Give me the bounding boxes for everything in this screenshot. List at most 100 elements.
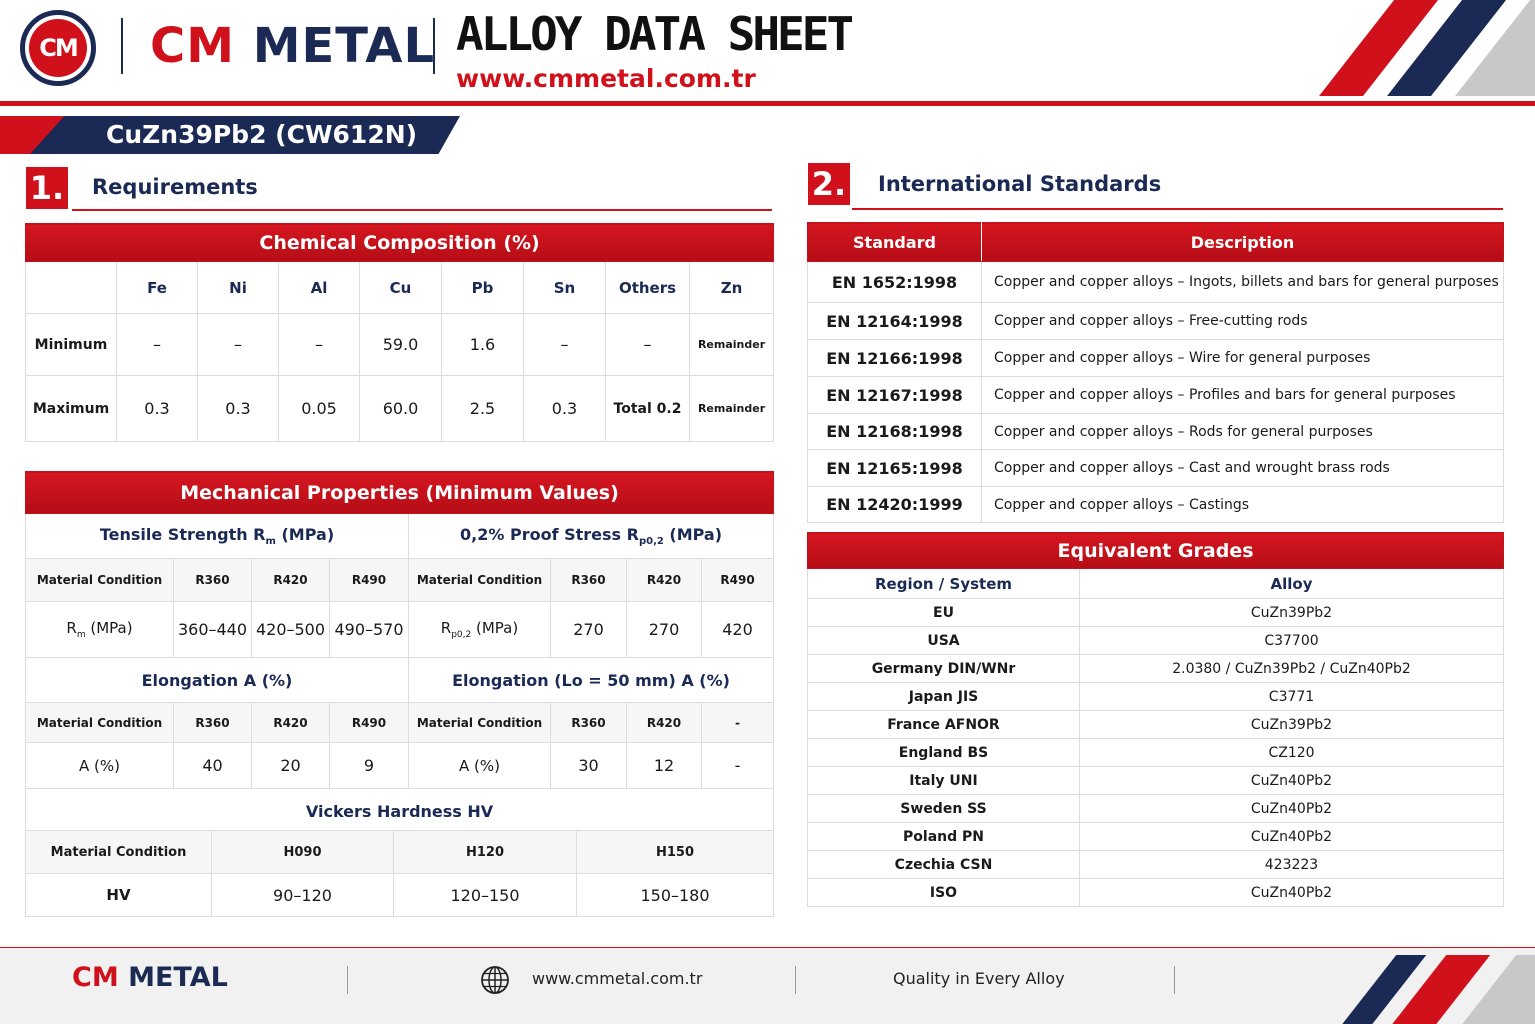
col-header: R490 xyxy=(700,558,775,602)
row-label: Minimum xyxy=(25,313,117,376)
col-header: H120 xyxy=(393,830,577,874)
alloy-cell: CuZn39Pb2 xyxy=(1079,710,1504,739)
cell: 30 xyxy=(550,742,627,789)
header-url[interactable]: www.cmmetal.com.tr xyxy=(456,64,756,93)
footer-divider xyxy=(795,966,796,994)
equivalent-grades-table: Equivalent Grades Region / System Alloy … xyxy=(807,532,1504,907)
alloy-cell: 2.0380 / CuZn39Pb2 / CuZn40Pb2 xyxy=(1079,654,1504,683)
condition-header: Material Condition xyxy=(25,830,212,874)
table-row: EN 12164:1998 Copper and copper alloys –… xyxy=(807,302,1504,340)
alloy-header: Alloy xyxy=(1079,568,1504,599)
standards-table: Standard Description EN 1652:1998 Copper… xyxy=(807,222,1504,523)
cell: 20 xyxy=(251,742,330,789)
mechanical-properties-table: Mechanical Properties (Minimum Values) T… xyxy=(24,471,775,834)
footer-brand-metal: METAL xyxy=(128,962,228,993)
standard-description: Copper and copper alloys – Rods for gene… xyxy=(981,413,1504,450)
table-row: Japan JIS C3771 xyxy=(807,682,1504,711)
footer-stripes xyxy=(1295,955,1535,1024)
cell: 1.6 xyxy=(441,313,524,376)
cell: 0.3 xyxy=(116,375,198,442)
element-header: Fe xyxy=(116,261,198,314)
standard-code: EN 12164:1998 xyxy=(807,302,982,340)
cell: Remainder xyxy=(688,313,775,376)
element-header: Cu xyxy=(359,261,442,314)
col-header: R360 xyxy=(550,558,627,602)
cell: 150–180 xyxy=(576,873,774,917)
description-header: Description xyxy=(981,222,1504,262)
standard-code: EN 1652:1998 xyxy=(807,261,982,303)
condition-header: Material Condition xyxy=(25,702,174,743)
cell: 0.3 xyxy=(523,375,606,442)
col-header: H090 xyxy=(211,830,394,874)
col-header: R420 xyxy=(251,702,330,743)
header-stripes xyxy=(1295,0,1535,96)
table-row: Poland PN CuZn40Pb2 xyxy=(807,822,1504,851)
footer-divider xyxy=(1174,966,1175,994)
sheet-title: ALLOY DATA SHEET xyxy=(456,7,854,61)
col-header: R490 xyxy=(329,702,409,743)
table-row: ISO CuZn40Pb2 xyxy=(807,878,1504,907)
cell: Total 0.2 xyxy=(605,375,690,442)
table-row: Italy UNI CuZn40Pb2 xyxy=(807,766,1504,795)
row-label: Rm (MPa) xyxy=(25,601,174,658)
alloy-cell: CuZn40Pb2 xyxy=(1079,766,1504,795)
col-header: R360 xyxy=(550,702,627,743)
standard-description: Copper and copper alloys – Profiles and … xyxy=(981,376,1504,414)
cell: 0.3 xyxy=(197,375,279,442)
standard-description: Copper and copper alloys – Castings xyxy=(981,486,1504,523)
cell: 270 xyxy=(626,601,702,658)
element-header: Others xyxy=(605,261,690,314)
alloy-cell: C3771 xyxy=(1079,682,1504,711)
col-header: R490 xyxy=(329,558,409,602)
element-header: Al xyxy=(278,261,360,314)
standard-description: Copper and copper alloys – Free-cutting … xyxy=(981,302,1504,340)
cell: – xyxy=(523,313,606,376)
cell: 420 xyxy=(700,601,775,658)
brand-name: CM METAL xyxy=(150,16,435,76)
cell: 120–150 xyxy=(393,873,577,917)
col-header: R360 xyxy=(173,558,252,602)
cell: 270 xyxy=(550,601,627,658)
footer-tagline: Quality in Every Alloy xyxy=(893,969,1065,988)
row-label: Maximum xyxy=(25,375,117,442)
table-row: Minimum – – – 59.0 1.6 – – Remainder xyxy=(25,313,775,376)
table-row: Sweden SS CuZn40Pb2 xyxy=(807,794,1504,823)
table-row: EN 12166:1998 Copper and copper alloys –… xyxy=(807,339,1504,377)
chemical-composition-table: Chemical Composition (%) Fe Ni Al Cu Pb … xyxy=(24,223,775,442)
element-header: Pb xyxy=(441,261,524,314)
alloy-banner: CuZn39Pb2 (CW612N) xyxy=(0,116,460,154)
table-row: HV 90–120 120–150 150–180 xyxy=(25,873,774,917)
table-row: England BS CZ120 xyxy=(807,738,1504,767)
condition-header: Material Condition xyxy=(408,558,551,602)
region-header: Region / System xyxy=(807,568,1080,599)
condition-header: Material Condition xyxy=(25,558,174,602)
cell: 90–120 xyxy=(211,873,394,917)
region-cell: France AFNOR xyxy=(807,710,1080,739)
standard-code: EN 12168:1998 xyxy=(807,413,982,450)
cell: 2.5 xyxy=(441,375,524,442)
cell: - xyxy=(700,742,775,789)
footer-url[interactable]: www.cmmetal.com.tr xyxy=(532,969,702,988)
mechanical-title: Mechanical Properties (Minimum Values) xyxy=(24,471,775,514)
alloy-cell: CZ120 xyxy=(1079,738,1504,767)
globe-icon xyxy=(481,966,509,994)
section-2-title: International Standards xyxy=(878,172,1162,196)
company-logo: CM xyxy=(20,10,96,86)
equivalent-title: Equivalent Grades xyxy=(807,532,1504,569)
condition-header: Material Condition xyxy=(408,702,551,743)
col-header: R420 xyxy=(626,702,702,743)
row-label: HV xyxy=(25,873,212,917)
region-cell: Czechia CSN xyxy=(807,850,1080,879)
region-cell: England BS xyxy=(807,738,1080,767)
footer-brand-cm: CM xyxy=(72,962,119,993)
standard-code: EN 12166:1998 xyxy=(807,339,982,377)
cell: – xyxy=(197,313,279,376)
region-cell: ISO xyxy=(807,878,1080,907)
logo-text: CM xyxy=(39,34,78,62)
row-label: A (%) xyxy=(408,742,551,789)
alloy-cell: C37700 xyxy=(1079,626,1504,655)
hardness-title: Vickers Hardness HV xyxy=(24,788,775,834)
brand-metal: METAL xyxy=(252,18,436,74)
cell: 60.0 xyxy=(359,375,442,442)
table-row: USA C37700 xyxy=(807,626,1504,655)
